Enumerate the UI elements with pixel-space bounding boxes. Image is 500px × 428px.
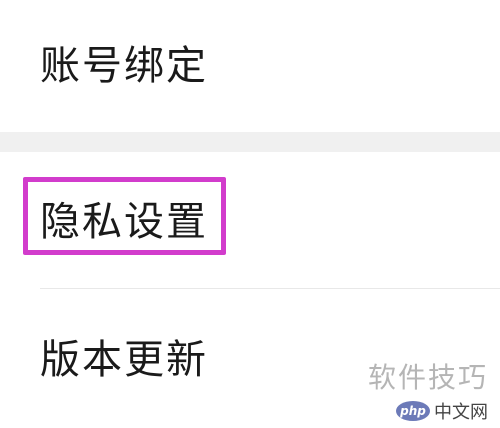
settings-item-label: 账号绑定 [40,43,208,89]
settings-item-account-binding[interactable]: 账号绑定 [0,0,500,132]
settings-item-version-update[interactable]: 版本更新 [0,289,500,428]
settings-item-label: 版本更新 [40,337,208,383]
settings-item-label: 隐私设置 [40,199,208,245]
settings-item-privacy[interactable]: 隐私设置 [0,152,500,288]
section-divider [0,132,500,152]
